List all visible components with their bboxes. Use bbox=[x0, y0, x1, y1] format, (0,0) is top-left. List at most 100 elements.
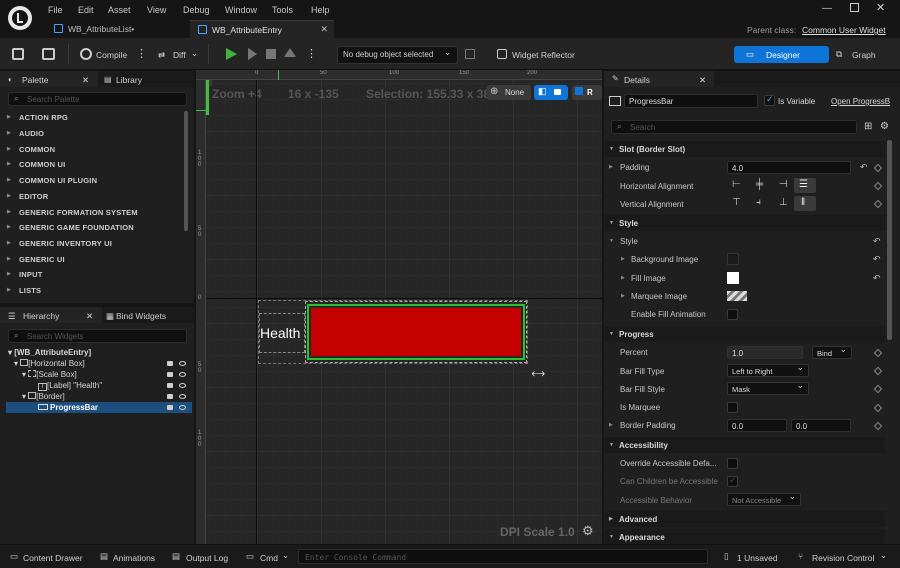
override-accessible-checkbox[interactable] bbox=[727, 458, 738, 469]
menu-help[interactable]: Help bbox=[311, 5, 330, 15]
close-tab-icon[interactable]: ✕ bbox=[82, 75, 89, 86]
align-left-icon[interactable]: ⊢ bbox=[732, 179, 741, 190]
play-options-icon[interactable]: ⋮ bbox=[306, 47, 317, 60]
close-window-icon[interactable]: ✕ bbox=[876, 1, 885, 14]
hierarchy-search-input[interactable]: ⌕ Search Widgets bbox=[8, 329, 187, 343]
widget-name-input[interactable]: ProgressBar bbox=[624, 94, 758, 108]
border-padding-x-input[interactable]: 0.0 bbox=[727, 419, 787, 432]
category-item[interactable]: COMMON bbox=[7, 145, 55, 154]
eject-icon[interactable] bbox=[284, 48, 296, 57]
details-scrollbar[interactable] bbox=[887, 140, 892, 340]
section-accessibility[interactable]: Accessibility bbox=[605, 437, 885, 453]
settings-icon[interactable]: ⚙ bbox=[880, 121, 889, 132]
category-item[interactable]: EDITOR bbox=[7, 192, 48, 201]
keyframe-icon[interactable] bbox=[873, 181, 883, 191]
section-style[interactable]: Style bbox=[605, 215, 885, 231]
close-tab-icon[interactable]: ✕ bbox=[699, 75, 706, 86]
is-marquee-checkbox[interactable] bbox=[727, 402, 738, 413]
percent-input[interactable]: 1.0 bbox=[727, 346, 803, 359]
eye-icon[interactable] bbox=[179, 361, 186, 366]
console-input[interactable]: Enter Console Command bbox=[298, 549, 708, 564]
eye-icon[interactable] bbox=[179, 383, 186, 388]
compile-options-icon[interactable]: ⋮ bbox=[136, 47, 147, 60]
designer-canvas[interactable]: 0 50 100 150 200 1 0 0 5 0 0 5 0 1 0 0 Z… bbox=[196, 70, 602, 544]
accessible-behavior-dropdown[interactable]: Not Accessible bbox=[727, 491, 801, 506]
menu-debug[interactable]: Debug bbox=[183, 5, 210, 15]
eye-icon[interactable] bbox=[179, 394, 186, 399]
keyframe-icon[interactable] bbox=[873, 421, 883, 431]
reset-icon[interactable]: ↶ bbox=[873, 273, 881, 284]
align-center-icon[interactable]: ╪ bbox=[756, 179, 763, 190]
widget-reflector-button[interactable]: Widget Reflector bbox=[512, 50, 575, 60]
tree-item-horizontal-box[interactable]: ▾ [Horizontal Box] bbox=[14, 359, 194, 368]
align-right-icon[interactable]: ⊣ bbox=[779, 179, 788, 190]
minimize-icon[interactable]: — bbox=[822, 3, 832, 14]
diff-button[interactable]: Diff bbox=[173, 50, 186, 60]
tab-library[interactable]: ▤ Library bbox=[98, 71, 194, 87]
border-padding-y-input[interactable]: 0.0 bbox=[791, 419, 851, 432]
tree-item-label-health[interactable]: T [Label] "Health" bbox=[38, 381, 194, 391]
reset-icon[interactable]: ↶ bbox=[873, 236, 881, 247]
tab-attribute-list[interactable]: WB_AttributeList• bbox=[46, 20, 186, 38]
align-top-icon[interactable]: ⊤ bbox=[732, 197, 741, 208]
category-item[interactable]: LISTS bbox=[7, 286, 41, 295]
keyframe-icon[interactable] bbox=[873, 163, 883, 173]
bar-fill-style-dropdown[interactable]: Mask bbox=[727, 380, 809, 395]
tab-hierarchy[interactable]: ☰ Hierarchy ✕ bbox=[0, 307, 102, 323]
grid-view-icon[interactable]: ⊞ bbox=[864, 121, 872, 132]
category-item[interactable]: GENERIC INVENTORY UI bbox=[7, 239, 112, 248]
category-item[interactable]: GENERIC FORMATION SYSTEM bbox=[7, 208, 138, 217]
details-search-input[interactable]: ⌕ Search bbox=[611, 120, 857, 134]
fill-image-swatch[interactable] bbox=[727, 272, 739, 284]
percent-bind-dropdown[interactable]: Bind bbox=[812, 344, 852, 359]
category-item[interactable]: COMMON UI PLUGIN bbox=[7, 176, 97, 185]
category-item[interactable]: AUDIO bbox=[7, 129, 44, 138]
is-variable-checkbox[interactable]: ✓ bbox=[764, 94, 775, 106]
menu-file[interactable]: File bbox=[48, 5, 63, 15]
section-progress[interactable]: Progress bbox=[605, 326, 885, 342]
close-tab-icon[interactable]: ✕ bbox=[320, 24, 328, 35]
health-label[interactable]: Health bbox=[260, 325, 300, 341]
reset-icon[interactable]: ↶ bbox=[860, 162, 868, 173]
category-item[interactable]: ACTION RPG bbox=[7, 113, 68, 122]
output-log-button[interactable]: Output Log bbox=[186, 553, 228, 563]
marquee-image-swatch[interactable] bbox=[727, 291, 747, 301]
tab-attribute-entry[interactable]: WB_AttributeEntry ✕ bbox=[190, 20, 334, 38]
eye-icon[interactable] bbox=[179, 405, 186, 410]
step-icon[interactable] bbox=[248, 48, 257, 60]
menu-edit[interactable]: Edit bbox=[78, 5, 94, 15]
section-appearance[interactable]: Appearance bbox=[605, 529, 885, 544]
section-slot[interactable]: Slot (Border Slot) bbox=[605, 141, 885, 157]
menu-tools[interactable]: Tools bbox=[272, 5, 293, 15]
reset-icon[interactable]: ↶ bbox=[873, 254, 881, 265]
designer-button[interactable]: ▭ Designer bbox=[734, 46, 829, 63]
lock-icon[interactable] bbox=[167, 383, 173, 388]
lock-icon[interactable] bbox=[167, 394, 173, 399]
locale-button[interactable]: ⊕ None bbox=[487, 85, 531, 100]
category-item[interactable]: GENERIC GAME FOUNDATION bbox=[7, 223, 134, 232]
align-middle-icon[interactable]: ⫞ bbox=[756, 197, 761, 208]
tab-bind-widgets[interactable]: ▦ Bind Widgets bbox=[102, 307, 194, 323]
compile-button[interactable]: Compile bbox=[96, 50, 127, 60]
tree-item-root[interactable]: ▾ [WB_AttributeEntry] bbox=[8, 348, 91, 357]
tree-item-scale-box[interactable]: ▾ [Scale Box] bbox=[22, 370, 194, 379]
section-advanced[interactable]: Advanced bbox=[605, 511, 885, 527]
palette-scrollbar[interactable] bbox=[184, 111, 188, 231]
compile-icon[interactable] bbox=[80, 48, 92, 60]
resolution-button[interactable]: R bbox=[572, 85, 602, 100]
tree-item-border[interactable]: ▾ [Border] bbox=[22, 392, 194, 401]
revision-control-button[interactable]: Revision Control bbox=[812, 553, 874, 563]
align-fill-button[interactable]: ☰ bbox=[794, 178, 816, 193]
save-icon[interactable] bbox=[12, 48, 24, 60]
tree-item-progress-bar[interactable]: ProgressBar bbox=[6, 402, 192, 413]
can-children-accessible-checkbox[interactable]: ✓ bbox=[727, 475, 738, 487]
open-progressbar-link[interactable]: Open ProgressB bbox=[831, 97, 897, 106]
unreal-logo-icon[interactable] bbox=[8, 6, 32, 30]
menu-asset[interactable]: Asset bbox=[108, 5, 131, 15]
browse-icon[interactable] bbox=[42, 48, 55, 60]
graph-button[interactable]: Graph bbox=[852, 50, 876, 60]
padding-input[interactable]: 4.0 bbox=[727, 161, 851, 174]
align-bottom-icon[interactable]: ⊥ bbox=[779, 197, 788, 208]
background-image-swatch[interactable] bbox=[727, 253, 739, 265]
lock-icon[interactable] bbox=[167, 405, 173, 410]
